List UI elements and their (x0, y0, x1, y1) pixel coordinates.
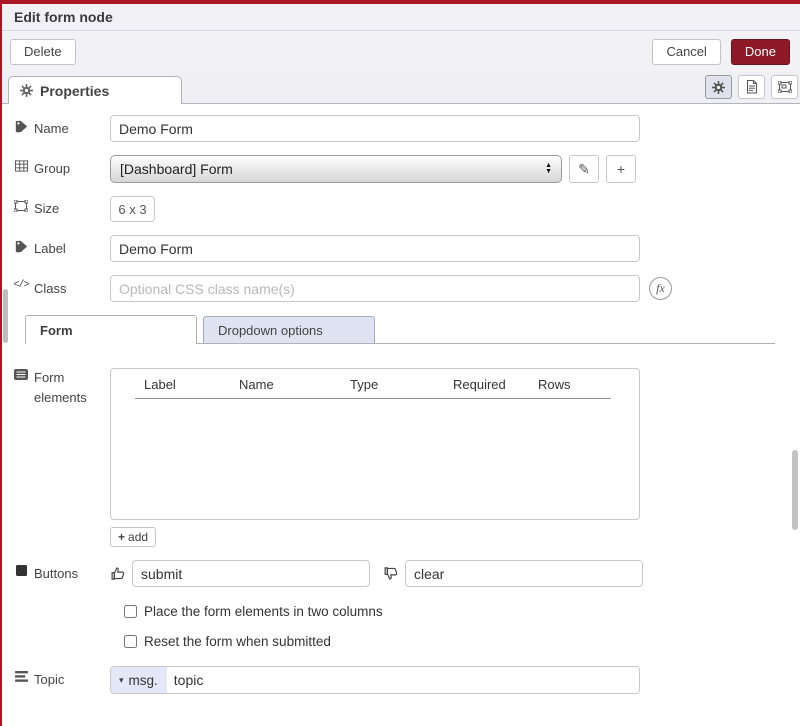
plus-icon: + (118, 530, 125, 544)
dialog-title: Edit form node (0, 4, 800, 31)
code-icon: </> (14, 280, 28, 291)
name-input[interactable] (110, 115, 640, 142)
topic-type-selector[interactable]: ▾ msg. (111, 667, 167, 693)
two-columns-checkbox[interactable] (124, 605, 137, 618)
dialog-button-bar: Delete Cancel Done (0, 31, 800, 72)
square-icon (14, 565, 28, 576)
topic-input[interactable] (167, 667, 639, 693)
delete-button[interactable]: Delete (10, 39, 76, 65)
tab-toolbar (705, 75, 798, 99)
gear-icon (712, 81, 725, 94)
thumbs-down-icon (383, 565, 400, 582)
reset-on-submit-checkbox[interactable] (124, 635, 137, 648)
topic-label: Topic (14, 670, 110, 690)
label-label: Label (14, 239, 110, 259)
topic-type-label: msg. (129, 673, 158, 688)
form-elements-editor: Label Name Type Required Rows + add (110, 368, 640, 547)
cancel-button[interactable]: Cancel (652, 39, 720, 65)
group-select[interactable]: [Dashboard] Form ▲▼ (110, 155, 562, 183)
tab-properties-label: Properties (40, 83, 109, 99)
tray-left-accent-border (0, 0, 2, 726)
add-element-button[interactable]: + add (110, 527, 156, 547)
form-subtab-bar: Form Dropdown options (25, 315, 775, 344)
object-group-icon (778, 81, 792, 93)
group-selected-option: [Dashboard] Form (120, 161, 233, 177)
editor-tab-bar: Properties (0, 72, 800, 104)
column-header: Type (350, 377, 453, 392)
topic-typed-input: ▾ msg. (110, 666, 640, 694)
clear-button-label-input[interactable] (405, 560, 643, 587)
column-header: Rows (538, 377, 598, 392)
field-row-buttons: Buttons (14, 560, 800, 587)
form-elements-label: Form elements (14, 368, 110, 407)
pencil-icon: ✎ (578, 161, 590, 178)
tab-properties[interactable]: Properties (8, 76, 182, 104)
vertical-scrollbar-thumb[interactable] (792, 450, 798, 530)
object-group-icon (14, 200, 28, 212)
tray-resize-grip[interactable] (3, 289, 8, 343)
table-icon (14, 160, 28, 172)
field-row-topic: Topic ▾ msg. (14, 666, 800, 694)
field-row-name: Name (14, 115, 800, 142)
tag-icon (14, 240, 28, 253)
doc-icon (746, 80, 758, 94)
column-header: Name (239, 377, 350, 392)
select-arrows-icon: ▲▼ (545, 163, 552, 175)
done-button[interactable]: Done (731, 39, 790, 65)
properties-view-button[interactable] (705, 75, 732, 99)
group-label: Group (14, 159, 110, 179)
class-label: </> Class (14, 279, 110, 299)
subtab-dropdown-options[interactable]: Dropdown options (203, 316, 375, 343)
class-input[interactable] (110, 275, 640, 302)
layout-view-button[interactable] (771, 75, 798, 99)
gear-icon (20, 84, 33, 97)
buttons-label: Buttons (14, 564, 110, 584)
expression-fx-button[interactable]: fx (649, 277, 672, 300)
field-row-class: </> Class fx (14, 275, 800, 302)
plus-icon: + (617, 161, 625, 177)
description-view-button[interactable] (738, 75, 765, 99)
size-value-button[interactable]: 6 x 3 (110, 196, 155, 222)
form-elements-table-header: Label Name Type Required Rows (135, 369, 611, 399)
list-alt-icon (14, 369, 28, 380)
field-row-group: Group [Dashboard] Form ▲▼ ✎ + (14, 155, 800, 183)
name-label: Name (14, 119, 110, 139)
option-two-columns: Place the form elements in two columns (124, 604, 800, 619)
column-header: Label (144, 377, 239, 392)
tasks-icon (14, 671, 28, 682)
field-row-size: Size 6 x 3 (14, 196, 800, 222)
subtab-form[interactable]: Form (25, 315, 197, 344)
form-elements-table[interactable]: Label Name Type Required Rows (110, 368, 640, 520)
label-input[interactable] (110, 235, 640, 262)
add-group-button[interactable]: + (606, 155, 636, 183)
chevron-down-icon: ▾ (119, 675, 124, 686)
submit-button-label-input[interactable] (132, 560, 370, 587)
field-row-label: Label (14, 235, 800, 262)
field-row-form-elements: Form elements Label Name Type Required R… (14, 368, 800, 547)
properties-panel: Name Group [Dashboard] Form ▲▼ ✎ + Size … (0, 104, 800, 694)
column-header: Required (453, 377, 538, 392)
option-reset-on-submit: Reset the form when submitted (124, 634, 800, 649)
size-label: Size (14, 199, 110, 219)
tag-icon (14, 120, 28, 133)
thumbs-up-icon (110, 565, 127, 582)
edit-group-button[interactable]: ✎ (569, 155, 599, 183)
reset-on-submit-label: Reset the form when submitted (144, 634, 331, 649)
two-columns-label: Place the form elements in two columns (144, 604, 383, 619)
